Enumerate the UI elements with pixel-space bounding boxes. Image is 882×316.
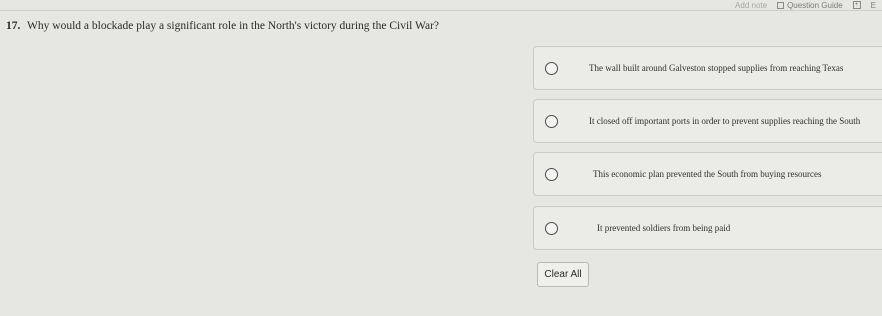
divider	[0, 10, 882, 11]
radio-button[interactable]	[545, 168, 558, 181]
radio-button[interactable]	[545, 62, 558, 75]
question-text: Why would a blockade play a significant …	[27, 20, 440, 32]
top-toolbar: Add note Question Guide + E	[735, 0, 882, 10]
question-number: 17.	[6, 20, 21, 32]
question-guide-button[interactable]: Question Guide	[777, 1, 843, 10]
radio-button[interactable]	[545, 115, 558, 128]
question-guide-label: Question Guide	[787, 0, 843, 10]
answer-choice-label: The wall built around Galveston stopped …	[589, 63, 844, 73]
expand-label[interactable]: E	[871, 1, 876, 10]
question-prompt: 17. Why would a blockade play a signific…	[6, 20, 439, 32]
answer-choice-3[interactable]: This economic plan prevented the South f…	[533, 152, 882, 196]
expand-icon[interactable]: +	[852, 1, 861, 9]
answer-choice-label: It prevented soldiers from being paid	[597, 223, 731, 233]
radio-button[interactable]	[545, 222, 558, 235]
answer-choice-label: This economic plan prevented the South f…	[593, 169, 822, 179]
answer-choice-label: It closed off important ports in order t…	[589, 116, 861, 126]
answer-choice-2[interactable]: It closed off important ports in order t…	[533, 99, 882, 143]
clear-all-button[interactable]: Clear All	[537, 262, 589, 287]
answer-choice-1[interactable]: The wall built around Galveston stopped …	[533, 46, 882, 90]
add-note-link[interactable]: Add note	[735, 1, 767, 10]
answer-choice-4[interactable]: It prevented soldiers from being paid	[533, 206, 882, 250]
guide-icon	[777, 1, 785, 9]
